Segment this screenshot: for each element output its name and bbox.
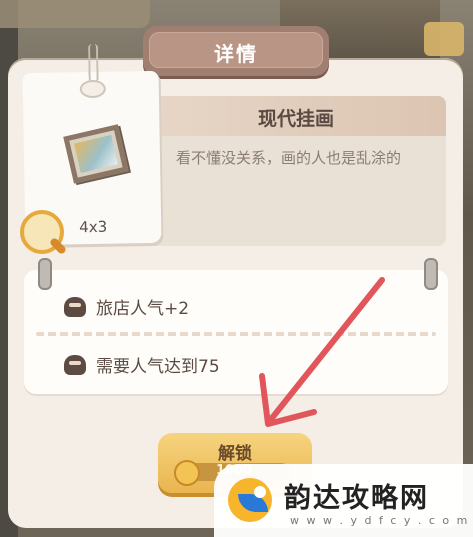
pointer-arrow-icon <box>259 277 385 427</box>
watermark: 韵达攻略网 w w w . y d f c y . c o m <box>214 464 473 537</box>
watermark-url: w w w . y d f c y . c o m <box>290 514 470 527</box>
arrow-shaft <box>269 277 385 421</box>
watermark-name: 韵达攻略网 <box>284 483 429 514</box>
watermark-logo-icon <box>228 478 272 522</box>
logo-dot <box>254 486 266 498</box>
